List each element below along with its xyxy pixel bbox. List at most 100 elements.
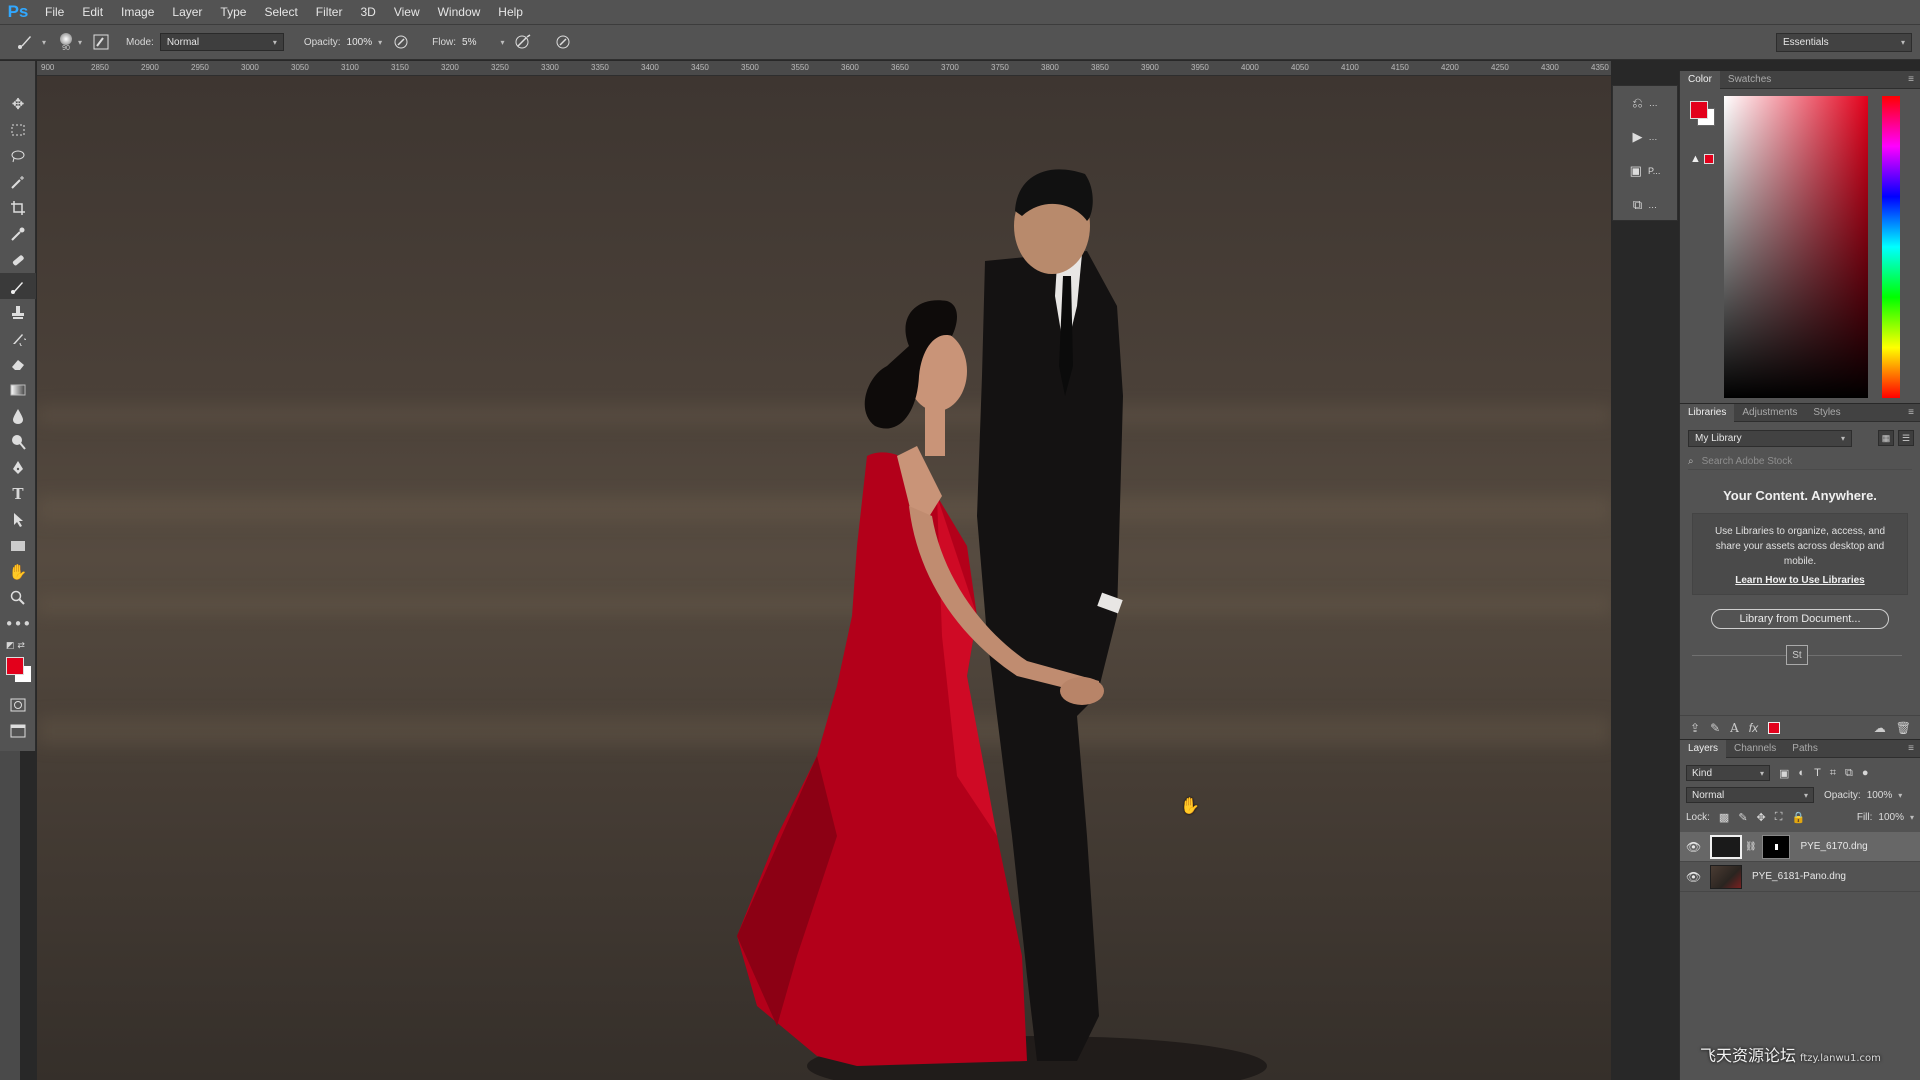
eraser-tool-icon[interactable] (0, 351, 36, 377)
tab-libraries[interactable]: Libraries (1680, 403, 1735, 422)
visibility-eye-icon[interactable]: 👁 (1686, 840, 1704, 854)
adobe-stock-icon[interactable]: St (1786, 645, 1808, 665)
foreground-color-swatch[interactable] (6, 657, 24, 675)
move-tool-icon[interactable]: ✥ (0, 91, 36, 117)
add-character-style-icon[interactable]: A (1730, 721, 1739, 735)
lock-position-icon[interactable]: ✥ (1757, 811, 1766, 824)
more-tools-icon[interactable]: ••• (0, 611, 36, 637)
chevron-down-icon[interactable]: ▾ (1898, 791, 1902, 800)
delete-icon[interactable]: 🗑 (1896, 721, 1911, 735)
hue-slider[interactable] (1882, 96, 1900, 398)
tab-adjustments[interactable]: Adjustments (1734, 404, 1805, 422)
filter-toggle-icon[interactable]: ● (1862, 767, 1869, 779)
path-selection-tool-icon[interactable] (0, 507, 36, 533)
eyedropper-tool-icon[interactable] (0, 221, 36, 247)
rectangle-tool-icon[interactable] (0, 533, 36, 559)
tab-layers[interactable]: Layers (1680, 739, 1727, 758)
tab-swatches[interactable]: Swatches (1720, 71, 1779, 89)
menu-edit[interactable]: Edit (73, 5, 112, 19)
opacity-chevron-icon[interactable]: ▾ (378, 38, 382, 47)
flow-chevron-icon[interactable]: ▾ (500, 38, 504, 47)
opacity-value[interactable]: 100% (347, 37, 373, 48)
clone-stamp-tool-icon[interactable] (0, 299, 36, 325)
tab-channels[interactable]: Channels (1726, 740, 1784, 758)
crop-tool-icon[interactable] (0, 195, 36, 221)
visibility-eye-icon[interactable]: 👁 (1686, 870, 1704, 884)
clone-source-panel-icon[interactable]: ⧉ … (1613, 188, 1677, 222)
menu-layer[interactable]: Layer (163, 5, 211, 19)
swap-colors-icon[interactable]: ◩ ⇄ (0, 637, 36, 655)
pressure-opacity-icon[interactable] (390, 31, 412, 53)
layer-opacity-value[interactable]: 100% (1867, 790, 1893, 801)
brush-tool-icon[interactable] (0, 273, 36, 299)
brush-size-picker[interactable]: 90 (60, 32, 73, 52)
link-icon[interactable]: ⛓ (1745, 841, 1756, 852)
filter-adjustment-icon[interactable]: ◐ (1798, 767, 1805, 779)
flow-value[interactable]: 5% (462, 37, 476, 48)
filter-shape-icon[interactable]: ⌗ (1830, 767, 1836, 780)
panel-menu-icon[interactable]: ≡ (1908, 407, 1914, 418)
layer-filter-select[interactable]: Kind ▾ (1686, 765, 1770, 781)
library-from-document-button[interactable]: Library from Document... (1711, 609, 1889, 629)
layer-mask-thumbnail[interactable] (1762, 834, 1791, 859)
library-select[interactable]: My Library ▾ (1688, 430, 1852, 447)
filter-pixel-icon[interactable]: ▣ (1779, 767, 1789, 780)
menu-file[interactable]: File (36, 5, 73, 19)
menu-filter[interactable]: Filter (307, 5, 352, 19)
menu-help[interactable]: Help (489, 5, 532, 19)
lock-image-icon[interactable]: ✎ (1738, 811, 1747, 824)
upload-icon[interactable]: ⇪ (1690, 721, 1700, 735)
add-graphic-icon[interactable]: ✎ (1710, 721, 1720, 735)
fill-value[interactable]: 100% (1878, 812, 1904, 823)
layer-row[interactable]: 👁 ⛓ PYE_6170.dng (1680, 832, 1920, 862)
quick-mask-icon[interactable] (0, 692, 36, 718)
marquee-tool-icon[interactable] (0, 117, 36, 143)
panel-menu-icon[interactable]: ≡ (1908, 74, 1914, 85)
zoom-tool-icon[interactable] (0, 585, 36, 611)
lock-transparency-icon[interactable]: ▩ (1719, 811, 1729, 824)
airbrush-icon[interactable] (512, 31, 534, 53)
screen-mode-icon[interactable] (0, 718, 36, 744)
sync-icon[interactable]: ☁ (1874, 721, 1886, 735)
dodge-tool-icon[interactable] (0, 429, 36, 455)
document-canvas[interactable]: ✋ (37, 76, 1611, 1080)
hand-tool-icon[interactable]: ✋ (0, 559, 36, 585)
brush-size-chevron-icon[interactable]: ▾ (78, 38, 82, 47)
filter-smart-object-icon[interactable]: ⧉ (1845, 767, 1853, 780)
pressure-size-icon[interactable] (552, 31, 574, 53)
workspace-select[interactable]: Essentials ▾ (1776, 33, 1912, 52)
actions-panel-icon[interactable]: ▶ … (1613, 120, 1677, 154)
type-tool-icon[interactable]: T (0, 481, 36, 507)
brush-panel-toggle-icon[interactable] (90, 31, 112, 53)
filter-type-icon[interactable]: T (1814, 767, 1821, 779)
blur-tool-icon[interactable] (0, 403, 36, 429)
add-layer-style-icon[interactable]: fx (1749, 721, 1758, 735)
tab-paths[interactable]: Paths (1784, 740, 1826, 758)
add-color-icon[interactable] (1768, 721, 1781, 734)
lock-all-icon[interactable]: 🔒 (1791, 811, 1805, 824)
mode-select[interactable]: Normal ▾ (159, 33, 284, 51)
healing-brush-tool-icon[interactable] (0, 247, 36, 273)
list-view-icon[interactable]: ☰ (1898, 430, 1914, 446)
properties-panel-icon[interactable]: ▣ P... (1613, 154, 1677, 188)
blend-mode-select[interactable]: Normal ▾ (1686, 787, 1814, 803)
pen-tool-icon[interactable] (0, 455, 36, 481)
gamut-color-chip[interactable] (1704, 154, 1714, 164)
lasso-tool-icon[interactable] (0, 143, 36, 169)
color-spectrum-field[interactable] (1724, 96, 1868, 398)
foreground-color-chip[interactable] (1690, 101, 1708, 119)
history-brush-tool-icon[interactable] (0, 325, 36, 351)
panel-menu-icon[interactable]: ≡ (1908, 743, 1914, 754)
grid-view-icon[interactable]: ▦ (1878, 430, 1894, 446)
gradient-tool-icon[interactable] (0, 377, 36, 403)
menu-select[interactable]: Select (255, 5, 306, 19)
learn-libraries-link[interactable]: Learn How to Use Libraries (1705, 573, 1895, 588)
chevron-down-icon[interactable]: ▾ (1910, 813, 1914, 822)
magic-wand-tool-icon[interactable] (0, 169, 36, 195)
menu-view[interactable]: View (385, 5, 429, 19)
menu-image[interactable]: Image (112, 5, 163, 19)
tab-styles[interactable]: Styles (1805, 404, 1848, 422)
lock-artboard-icon[interactable]: ⛶ (1775, 811, 1783, 824)
layer-row[interactable]: 👁 PYE_6181-Pano.dng (1680, 862, 1920, 892)
stock-search-input[interactable]: ⌕ Search Adobe Stock (1688, 453, 1912, 470)
